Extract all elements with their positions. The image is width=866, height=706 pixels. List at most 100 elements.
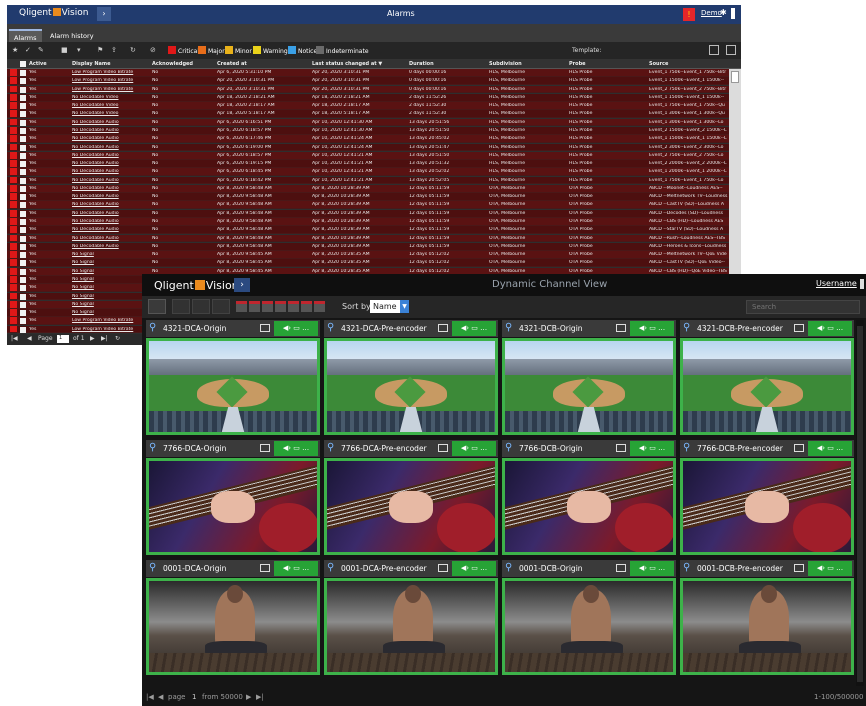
multiview-4-icon[interactable] [275,301,286,312]
alarm-row[interactable]: Yes No Decodable Audio No Apr 6, 2020 6:18:… [7,176,729,185]
layout-grid-small-icon[interactable] [172,299,190,314]
chevron-down-icon[interactable]: ▼ [400,300,409,313]
status-indicator[interactable]: ◀› ▭ … [274,441,318,456]
cell-display-name[interactable]: No Decodable Audio [72,153,150,158]
row-checkbox[interactable] [20,94,26,101]
search-icon[interactable]: ⚲ [149,322,156,333]
row-checkbox[interactable] [20,136,26,143]
row-checkbox[interactable] [20,210,26,217]
alarm-row[interactable]: Yes No Signal No Apr 8, 2020 9:58:45 AM Apr … [7,251,729,259]
scroll-thumb[interactable] [731,71,739,83]
row-checkbox[interactable] [20,70,26,76]
channel-tile[interactable]: ⚲ 4321-DCB-Origin ◀› ▭ … [502,320,676,435]
search-icon[interactable]: ⚲ [327,322,334,333]
cell-display-name[interactable]: No Decodable Audio [72,194,150,199]
alarm-row[interactable]: Yes No Decodable Video No Apr 18, 2020 2:18… [7,102,729,110]
cell-display-name[interactable]: No Decodable Audio [72,244,150,249]
layout-grid-large-icon[interactable] [212,299,230,314]
col-probe[interactable]: Probe [569,61,586,67]
cell-display-name[interactable]: No Decodable Audio [72,128,150,133]
row-checkbox[interactable] [20,169,26,176]
alarm-row[interactable]: Yes No Signal No Apr 8, 2020 9:58:45 AM Apr … [7,259,729,268]
alarm-row[interactable]: Yes No Decodable Audio No Apr 6, 2020 6:18:… [7,126,729,135]
star-icon[interactable]: ★ [12,46,18,54]
stream-info-icon[interactable] [616,324,626,332]
cell-display-name[interactable]: Low Program Video Bitrate [72,78,150,83]
cell-display-name[interactable]: No Signal [72,302,150,307]
status-indicator[interactable]: ◀› ▭ … [274,321,318,336]
tab-alarms[interactable]: Alarms [9,29,42,42]
row-checkbox[interactable] [20,103,26,110]
status-indicator[interactable]: ◀› ▭ … [630,321,674,336]
filter-notice[interactable]: Notice [288,46,317,55]
cell-display-name[interactable]: No Signal [72,277,150,282]
row-checkbox[interactable] [20,119,26,126]
stream-info-icon[interactable] [438,324,448,332]
export-icon[interactable]: ⇪ [111,46,117,54]
cell-display-name[interactable]: No Decodable Video [72,95,150,100]
video-thumbnail[interactable] [146,338,320,435]
multiview-7-icon[interactable] [314,301,325,312]
row-checkbox[interactable] [20,185,26,192]
cell-display-name[interactable]: Low Program Video Bitrate [72,70,150,75]
alarm-row[interactable]: Yes Low Program Video Bitrate No Apr 20, 20… [7,77,729,86]
row-checkbox[interactable] [20,260,26,267]
first-page-icon[interactable]: |◀ [11,335,18,342]
channel-tile[interactable]: ⚲ 0001-DCA-Origin ◀› ▭ … [146,560,320,675]
comment-icon[interactable]: ▾ [77,46,81,54]
alarm-row[interactable]: Yes No Decodable Audio No Apr 8, 2020 9:58:… [7,226,729,235]
channel-tile[interactable]: ⚲ 7766-DCB-Pre-encoder ◀› ▭ … [680,440,854,555]
video-thumbnail[interactable] [680,338,854,435]
cell-display-name[interactable]: No Decodable Audio [72,202,150,207]
channel-tile[interactable]: ⚲ 7766-DCA-Origin ◀› ▭ … [146,440,320,555]
multiview-6-icon[interactable] [301,301,312,312]
cell-display-name[interactable]: No Decodable Audio [72,227,150,232]
search-icon[interactable]: ⚲ [505,442,512,453]
cell-display-name[interactable]: No Signal [72,252,150,257]
cell-display-name[interactable]: Low Program Video Bitrate [72,87,150,92]
row-checkbox[interactable] [20,111,26,118]
row-checkbox[interactable] [20,227,26,234]
cell-display-name[interactable]: No Decodable Audio [72,186,150,191]
search-icon[interactable]: ⚲ [327,562,334,573]
alarm-row[interactable]: Yes No Decodable Audio No Apr 8, 2020 9:58:… [7,242,729,251]
row-checkbox[interactable] [20,285,26,292]
stream-info-icon[interactable] [438,444,448,452]
cell-display-name[interactable]: No Decodable Audio [72,136,150,141]
layout-grid-medium-icon[interactable] [192,299,210,314]
row-checkbox[interactable] [20,252,26,259]
user-link[interactable]: Demo [701,9,722,17]
stream-info-icon[interactable] [794,564,804,572]
pin-icon[interactable]: ✎ [38,46,44,54]
row-checkbox[interactable] [20,268,26,275]
row-checkbox[interactable] [20,86,26,93]
col-last-status[interactable]: Last status changed at ▼ [312,61,382,67]
col-source[interactable]: Source [649,61,668,67]
cell-display-name[interactable]: No Decodable Audio [72,169,150,174]
search-icon[interactable]: ⚲ [505,322,512,333]
status-indicator[interactable]: ◀› ▭ … [808,561,852,576]
search-icon[interactable]: ⚲ [327,442,334,453]
cell-display-name[interactable]: No Signal [72,294,150,299]
channel-tile[interactable]: ⚲ 7766-DCA-Pre-encoder ◀› ▭ … [324,440,498,555]
row-checkbox[interactable] [20,318,26,325]
status-indicator[interactable]: ◀› ▭ … [452,321,496,336]
row-checkbox[interactable] [20,144,26,151]
stream-info-icon[interactable] [616,444,626,452]
stream-info-icon[interactable] [260,564,270,572]
first-page-icon[interactable]: |◀ [146,693,154,701]
status-indicator[interactable]: ◀› ▭ … [808,441,852,456]
next-page-icon[interactable]: ▶ [90,335,95,342]
alarm-row[interactable]: Yes No Decodable Audio No Apr 6, 2020 6:18:… [7,168,729,177]
cell-display-name[interactable]: No Decodable Video [72,111,150,116]
video-thumbnail[interactable] [680,458,854,555]
tab-alarm-history[interactable]: Alarm history [45,29,99,42]
row-checkbox[interactable] [20,310,26,317]
cell-display-name[interactable]: No Decodable Video [72,103,150,108]
cell-display-name[interactable]: No Decodable Audio [72,236,150,241]
multiview-3-icon[interactable] [262,301,273,312]
channel-tile[interactable]: ⚲ 4321-DCA-Origin ◀› ▭ … [146,320,320,435]
cell-display-name[interactable]: No Signal [72,260,150,265]
row-checkbox[interactable] [20,127,26,134]
row-checkbox[interactable] [20,219,26,226]
